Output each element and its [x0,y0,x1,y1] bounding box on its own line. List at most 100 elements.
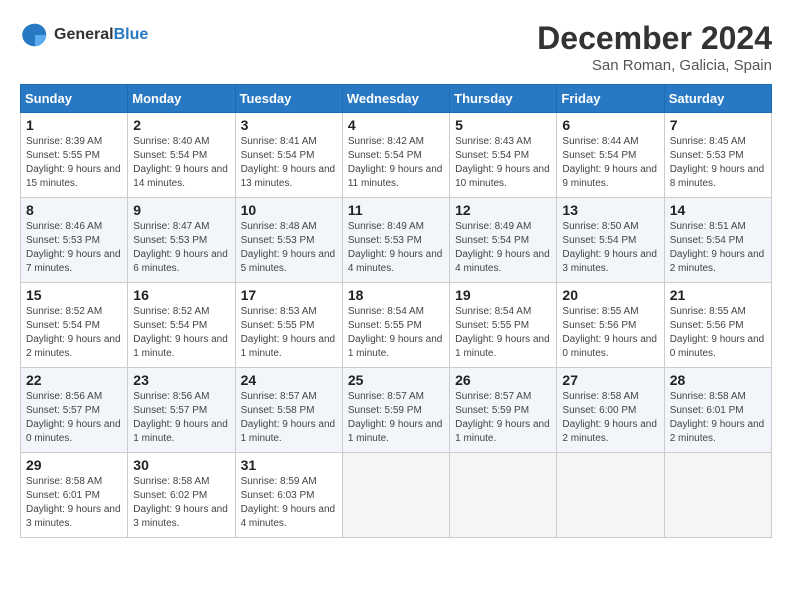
calendar-cell: 14 Sunrise: 8:51 AMSunset: 5:54 PMDayligh… [664,198,771,283]
day-header-sunday: Sunday [21,85,128,113]
day-number: 27 [562,372,658,388]
day-header-friday: Friday [557,85,664,113]
day-info: Sunrise: 8:58 AMSunset: 6:01 PMDaylight:… [670,390,766,446]
day-number: 7 [670,117,766,133]
calendar-cell: 18 Sunrise: 8:54 AMSunset: 5:55 PMDayligh… [342,283,449,368]
calendar-cell: 26Sunrise: 8:57 AMSunset: 5:59 PMDayligh… [450,368,557,453]
day-number: 12 [455,202,551,218]
day-number: 5 [455,117,551,133]
day-info: Sunrise: 8:54 AMSunset: 5:55 PMDaylight:… [348,305,444,361]
day-number: 16 [133,287,229,303]
day-number: 14 [670,202,766,218]
day-header-saturday: Saturday [664,85,771,113]
calendar-cell: 23Sunrise: 8:56 AMSunset: 5:57 PMDayligh… [128,368,235,453]
calendar-cell: 19 Sunrise: 8:54 AMSunset: 5:55 PMDayligh… [450,283,557,368]
day-info: Sunrise: 8:44 AMSunset: 5:54 PMDaylight:… [562,135,658,191]
day-number: 19 [455,287,551,303]
logo-text: GeneralBlue [54,26,148,44]
day-info: Sunrise: 8:43 AMSunset: 5:54 PMDaylight:… [455,135,551,191]
day-number: 22 [26,372,122,388]
calendar-cell: 22 Sunrise: 8:56 AMSunset: 5:57 PMDayligh… [21,368,128,453]
day-header-monday: Monday [128,85,235,113]
day-number: 29 [26,457,122,473]
week-row-4: 22 Sunrise: 8:56 AMSunset: 5:57 PMDayligh… [21,368,772,453]
calendar-cell: 7 Sunrise: 8:45 AMSunset: 5:53 PMDaylight… [664,113,771,198]
day-info: Sunrise: 8:47 AMSunset: 5:53 PMDaylight:… [133,220,229,276]
title-section: December 2024 San Roman, Galicia, Spain [537,20,772,74]
day-info: Sunrise: 8:56 AMSunset: 5:57 PMDaylight:… [133,390,229,446]
day-number: 15 [26,287,122,303]
day-info: Sunrise: 8:53 AMSunset: 5:55 PMDaylight:… [241,305,337,361]
day-number: 20 [562,287,658,303]
day-number: 8 [26,202,122,218]
calendar-cell [342,453,449,538]
month-title: December 2024 [537,20,772,57]
calendar-table: SundayMondayTuesdayWednesdayThursdayFrid… [20,84,772,538]
logo-icon [20,20,50,50]
calendar-cell: 25 Sunrise: 8:57 AMSunset: 5:59 PMDayligh… [342,368,449,453]
day-info: Sunrise: 8:58 AMSunset: 6:00 PMDaylight:… [562,390,658,446]
day-info: Sunrise: 8:40 AMSunset: 5:54 PMDaylight:… [133,135,229,191]
day-number: 24 [241,372,337,388]
day-info: Sunrise: 8:52 AMSunset: 5:54 PMDaylight:… [133,305,229,361]
day-info: Sunrise: 8:58 AMSunset: 6:01 PMDaylight:… [26,475,122,531]
calendar-cell: 12 Sunrise: 8:49 AMSunset: 5:54 PMDayligh… [450,198,557,283]
day-header-tuesday: Tuesday [235,85,342,113]
day-info: Sunrise: 8:57 AMSunset: 5:59 PMDaylight:… [348,390,444,446]
week-row-2: 8 Sunrise: 8:46 AMSunset: 5:53 PMDaylight… [21,198,772,283]
calendar-cell [557,453,664,538]
logo: GeneralBlue [20,20,148,50]
calendar-cell: 27 Sunrise: 8:58 AMSunset: 6:00 PMDayligh… [557,368,664,453]
calendar-cell: 9 Sunrise: 8:47 AMSunset: 5:53 PMDaylight… [128,198,235,283]
day-info: Sunrise: 8:49 AMSunset: 5:53 PMDaylight:… [348,220,444,276]
calendar-cell: 20 Sunrise: 8:55 AMSunset: 5:56 PMDayligh… [557,283,664,368]
day-number: 1 [26,117,122,133]
calendar-cell: 17 Sunrise: 8:53 AMSunset: 5:55 PMDayligh… [235,283,342,368]
calendar-cell: 6Sunrise: 8:44 AMSunset: 5:54 PMDaylight… [557,113,664,198]
day-number: 30 [133,457,229,473]
calendar-cell: 8 Sunrise: 8:46 AMSunset: 5:53 PMDaylight… [21,198,128,283]
day-number: 11 [348,202,444,218]
day-number: 4 [348,117,444,133]
day-info: Sunrise: 8:50 AMSunset: 5:54 PMDaylight:… [562,220,658,276]
calendar-cell: 13 Sunrise: 8:50 AMSunset: 5:54 PMDayligh… [557,198,664,283]
calendar-cell: 21Sunrise: 8:55 AMSunset: 5:56 PMDayligh… [664,283,771,368]
day-number: 9 [133,202,229,218]
day-number: 3 [241,117,337,133]
day-number: 18 [348,287,444,303]
calendar-cell [450,453,557,538]
calendar-cell: 24Sunrise: 8:57 AMSunset: 5:58 PMDayligh… [235,368,342,453]
day-info: Sunrise: 8:45 AMSunset: 5:53 PMDaylight:… [670,135,766,191]
day-info: Sunrise: 8:49 AMSunset: 5:54 PMDaylight:… [455,220,551,276]
day-info: Sunrise: 8:58 AMSunset: 6:02 PMDaylight:… [133,475,229,531]
day-info: Sunrise: 8:51 AMSunset: 5:54 PMDaylight:… [670,220,766,276]
day-number: 2 [133,117,229,133]
calendar-cell: 29 Sunrise: 8:58 AMSunset: 6:01 PMDayligh… [21,453,128,538]
week-row-5: 29 Sunrise: 8:58 AMSunset: 6:01 PMDayligh… [21,453,772,538]
calendar-cell: 4Sunrise: 8:42 AMSunset: 5:54 PMDaylight… [342,113,449,198]
day-info: Sunrise: 8:39 AMSunset: 5:55 PMDaylight:… [26,135,122,191]
calendar-cell: 1 Sunrise: 8:39 AMSunset: 5:55 PMDaylight… [21,113,128,198]
calendar-cell: 10 Sunrise: 8:48 AMSunset: 5:53 PMDayligh… [235,198,342,283]
day-number: 21 [670,287,766,303]
day-number: 25 [348,372,444,388]
day-info: Sunrise: 8:56 AMSunset: 5:57 PMDaylight:… [26,390,122,446]
day-info: Sunrise: 8:54 AMSunset: 5:55 PMDaylight:… [455,305,551,361]
day-number: 10 [241,202,337,218]
day-number: 31 [241,457,337,473]
day-number: 17 [241,287,337,303]
calendar-cell: 28 Sunrise: 8:58 AMSunset: 6:01 PMDayligh… [664,368,771,453]
calendar-cell: 3 Sunrise: 8:41 AMSunset: 5:54 PMDaylight… [235,113,342,198]
location-title: San Roman, Galicia, Spain [537,57,772,74]
calendar-cell: 31Sunrise: 8:59 AMSunset: 6:03 PMDayligh… [235,453,342,538]
week-row-1: 1 Sunrise: 8:39 AMSunset: 5:55 PMDaylight… [21,113,772,198]
week-row-3: 15 Sunrise: 8:52 AMSunset: 5:54 PMDayligh… [21,283,772,368]
day-number: 28 [670,372,766,388]
day-info: Sunrise: 8:48 AMSunset: 5:53 PMDaylight:… [241,220,337,276]
day-info: Sunrise: 8:55 AMSunset: 5:56 PMDaylight:… [562,305,658,361]
day-number: 13 [562,202,658,218]
day-info: Sunrise: 8:41 AMSunset: 5:54 PMDaylight:… [241,135,337,191]
calendar-cell [664,453,771,538]
calendar-cell: 2 Sunrise: 8:40 AMSunset: 5:54 PMDaylight… [128,113,235,198]
day-info: Sunrise: 8:46 AMSunset: 5:53 PMDaylight:… [26,220,122,276]
